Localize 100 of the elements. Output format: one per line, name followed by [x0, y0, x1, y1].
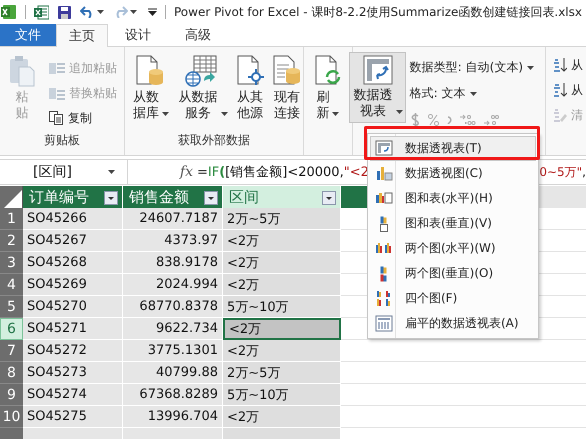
refresh-button[interactable]: 刷新	[310, 52, 345, 125]
formula-text: =IF([销售金额]<20000,"<2	[197, 164, 369, 181]
file-tab[interactable]: 文件	[0, 24, 56, 46]
customize-toolbar-icon[interactable]	[148, 8, 157, 16]
table-cell: SO45266	[23, 208, 123, 230]
menu-item[interactable]: 两个图(水平)(W)	[370, 236, 536, 261]
data-source-button[interactable]: 从其他源	[232, 52, 267, 125]
refresh-file-icon	[314, 55, 342, 87]
formula-text: 0~5万",	[539, 164, 586, 180]
menu-item[interactable]: 两个图(垂直)(O)	[370, 261, 536, 286]
menu-item[interactable]: 图和表(垂直)(V)	[370, 211, 536, 236]
paste-replace-icon	[49, 86, 65, 100]
ribbon-tab[interactable]: 主页	[56, 24, 108, 47]
table-cell: <2万	[223, 230, 341, 252]
filter-dropdown-icon[interactable]	[104, 190, 118, 204]
table-cell: 24607.7187	[123, 208, 223, 230]
menu-item[interactable]: 四个图(F)	[370, 286, 536, 311]
table-cell: 5万~10万	[223, 296, 341, 318]
filter-dropdown-icon[interactable]	[204, 190, 218, 204]
caret-icon	[470, 92, 477, 96]
row-number[interactable]: 10	[0, 406, 23, 428]
menu-item[interactable]: 图和表(水平)(H)	[370, 186, 536, 211]
row-number[interactable]: 1	[0, 208, 23, 230]
ribbon-tab[interactable]: 设计	[108, 24, 168, 46]
caret-icon	[220, 112, 228, 116]
caret-icon	[332, 112, 340, 116]
column-header[interactable]: 销售金额	[123, 186, 223, 209]
spreadsheet-icon[interactable]	[34, 4, 49, 20]
filter-dropdown-icon[interactable]	[322, 190, 336, 204]
table-cell: SO45273	[23, 362, 123, 384]
row-number[interactable]: 8	[0, 362, 23, 384]
save-icon[interactable]	[58, 6, 71, 18]
caret-icon	[97, 10, 104, 14]
sort-ascending-icon	[553, 57, 567, 73]
table-cell: <2万	[223, 340, 341, 362]
ribbon-tab[interactable]: 高级	[168, 24, 228, 46]
caret-icon	[162, 112, 169, 116]
table-cell: 67368.8289	[123, 384, 223, 406]
group-label: 获取外部数据	[178, 132, 250, 149]
table-cell: 68770.8378	[123, 296, 223, 318]
column-header[interactable]: 订单编号	[23, 186, 123, 209]
chart-icon	[375, 165, 393, 182]
pivot-table-icon	[375, 140, 393, 157]
database-file-icon	[135, 55, 166, 87]
row-number[interactable]: 7	[0, 340, 23, 362]
pivot-table-icon	[362, 55, 393, 85]
table-cell: SO45274	[23, 384, 123, 406]
menu-item[interactable]: 数据透视图(C)	[370, 161, 536, 186]
caret-icon	[130, 10, 137, 14]
row-number[interactable]: 3	[0, 252, 23, 274]
table-cell: 2万~5万	[223, 208, 341, 230]
table-cell: 40799.88	[123, 362, 223, 384]
four-charts-icon	[375, 290, 393, 307]
paste-append-icon	[49, 61, 65, 75]
table-cell: SO45267	[23, 230, 123, 252]
data-source-button[interactable]: 从数据服务	[174, 52, 231, 125]
table-cell: <2万	[223, 318, 341, 340]
pivot-table-button[interactable]: 数据透视表	[349, 52, 406, 123]
connector-file-icon	[236, 55, 264, 87]
clipboard-button[interactable]: 复制	[46, 106, 120, 130]
table-cell: 4373.97	[123, 230, 223, 252]
insert-function-label[interactable]: fx	[128, 164, 197, 180]
table-cell: SO45269	[23, 274, 123, 296]
sort-button[interactable]: 从	[550, 78, 586, 102]
table-cell: 5万~10万	[223, 384, 341, 406]
clear-sort-icon	[553, 107, 567, 123]
row-number[interactable]: 9	[0, 384, 23, 406]
chart-and-table-icon	[380, 216, 388, 232]
clipboard-icon	[9, 55, 35, 87]
copy-icon	[49, 111, 64, 125]
group-label: 剪贴板	[44, 132, 80, 149]
data-source-button[interactable]: 现有连接	[268, 52, 305, 125]
table-cell: SO45275	[23, 406, 123, 428]
two-charts-icon	[380, 266, 388, 282]
row-number[interactable]: 5	[0, 296, 23, 318]
caret-icon	[527, 66, 534, 70]
table-cell: SO45270	[23, 296, 123, 318]
select-all-icon[interactable]	[4, 190, 22, 208]
menu-item[interactable]: 扁平的数据透视表(A)	[370, 311, 536, 336]
column-header[interactable]: 区间	[223, 186, 341, 209]
name-box[interactable]: [区间]	[0, 160, 128, 184]
table-cell: <2万	[223, 406, 341, 428]
table-cell: <2万	[223, 274, 341, 296]
row-number[interactable]: 4	[0, 274, 23, 296]
table-cell: SO45268	[23, 252, 123, 274]
table-cell: 838.9178	[123, 252, 223, 274]
sort-button[interactable]: 从	[550, 53, 586, 77]
caret-icon	[396, 110, 404, 114]
row-number[interactable]: 2	[0, 230, 23, 252]
data-source-button[interactable]: 从数据库	[128, 52, 172, 125]
document-database-icon	[272, 55, 302, 87]
table-cell: SO45271	[23, 318, 123, 340]
table-cell: 9622.734	[123, 318, 223, 340]
row-number[interactable]: 6	[0, 318, 23, 340]
sort-descending-icon	[553, 82, 567, 98]
flat-table-icon	[375, 315, 393, 332]
table-cell: 2万~5万	[223, 362, 341, 384]
table-cell: <2万	[223, 252, 341, 274]
table-cell: 13996.704	[123, 406, 223, 428]
caret-icon	[108, 170, 115, 174]
